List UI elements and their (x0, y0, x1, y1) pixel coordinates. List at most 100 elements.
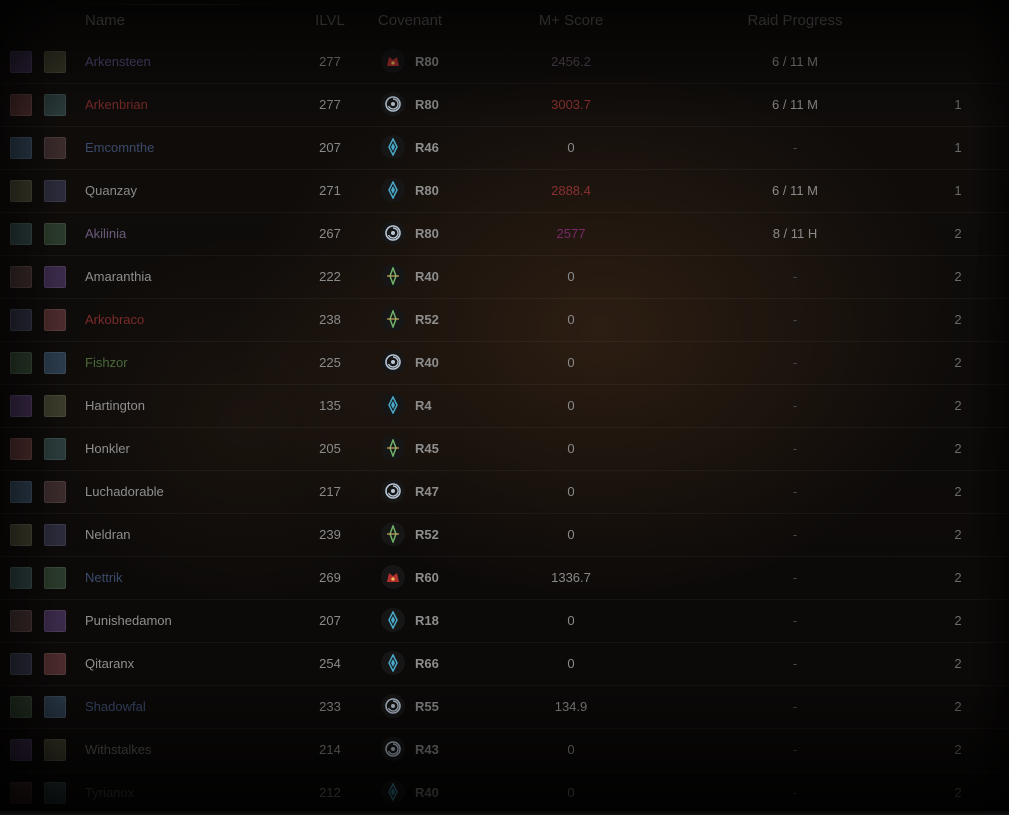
item-level: 254 (319, 656, 341, 671)
header-ilvl[interactable]: ILVL (300, 12, 360, 29)
raid-progress: - (792, 269, 798, 284)
raid-progress: - (792, 699, 798, 714)
item-level: 222 (319, 269, 341, 284)
table-row[interactable]: Arkensteen 277 R80 2456.2 6 / 11 M (0, 40, 1009, 84)
item-level: 233 (319, 699, 341, 714)
guild-rank: 2 (954, 226, 962, 241)
character-name[interactable]: Shadowfal (85, 685, 146, 728)
table-row[interactable]: Tyrianox 212 R40 0 - 2 (0, 771, 1009, 815)
table-row[interactable]: Withstalkes 214 R43 0 - 2 (0, 728, 1009, 772)
raid-progress: - (792, 441, 798, 456)
raid-progress: - (792, 398, 798, 413)
character-name[interactable]: Hartington (85, 384, 145, 427)
character-name[interactable]: Tyrianox (85, 771, 134, 814)
mplus-score: 2888.4 (551, 183, 591, 198)
class-icon (10, 180, 32, 202)
mplus-score: 0 (567, 484, 575, 499)
guild-rank: 2 (954, 312, 962, 327)
covenant-kyrian-icon (381, 221, 405, 245)
table-row[interactable]: Akilinia 267 R80 2577 8 / 11 H 2 (0, 212, 1009, 256)
table-row[interactable]: Shadowfal 233 R55 134.9 - 2 (0, 685, 1009, 729)
header-raid-progress[interactable]: Raid Progress (720, 12, 870, 29)
guild-rank: 2 (954, 785, 962, 800)
renown-rank: R40 (415, 355, 439, 370)
header-name[interactable]: Name (85, 12, 125, 29)
mplus-score: 2577 (556, 226, 586, 241)
table-row[interactable]: Luchadorable 217 R47 0 - 2 (0, 470, 1009, 514)
mplus-score: 0 (567, 398, 575, 413)
class-icon (10, 567, 32, 589)
character-name[interactable]: Arkenbrian (85, 83, 148, 126)
class-icon (10, 481, 32, 503)
character-name[interactable]: Punishedamon (85, 599, 172, 642)
guild-rank: 2 (954, 570, 962, 585)
spec-icon (44, 223, 66, 245)
character-name[interactable]: Arkobraco (85, 298, 144, 341)
raid-progress: 6 / 11 M (771, 97, 818, 112)
character-name[interactable]: Quanzay (85, 169, 137, 212)
item-level: 239 (319, 527, 341, 542)
character-name[interactable]: Emcomnthe (85, 126, 154, 169)
spec-icon (44, 610, 66, 632)
character-name[interactable]: Qitaranx (85, 642, 134, 685)
raid-progress: - (792, 656, 798, 671)
item-level: 217 (319, 484, 341, 499)
guild-rank: 2 (954, 441, 962, 456)
character-name[interactable]: Neldran (85, 513, 131, 556)
table-row[interactable]: Hartington 135 R4 0 - 2 (0, 384, 1009, 428)
covenant-nightfae-icon (381, 651, 405, 675)
guild-rank: 2 (954, 398, 962, 413)
spec-icon (44, 438, 66, 460)
character-name[interactable]: Nettrik (85, 556, 123, 599)
table-row[interactable]: Qitaranx 254 R66 0 - 2 (0, 642, 1009, 686)
mplus-score: 3003.7 (551, 97, 591, 112)
table-row[interactable]: Fishzor 225 R40 0 - 2 (0, 341, 1009, 385)
character-name[interactable]: Luchadorable (85, 470, 164, 513)
character-name[interactable]: Arkensteen (85, 40, 151, 83)
table-row[interactable]: Arkobraco 238 R52 0 - 2 (0, 298, 1009, 342)
mplus-score: 0 (567, 140, 575, 155)
table-row[interactable]: Punishedamon 207 R18 0 - 2 (0, 599, 1009, 643)
character-name[interactable]: Withstalkes (85, 728, 151, 771)
table-row[interactable]: Neldran 239 R52 0 - 2 (0, 513, 1009, 557)
header-mplus-score[interactable]: M+ Score (500, 12, 642, 29)
character-name[interactable]: Fishzor (85, 341, 128, 384)
mplus-score: 0 (567, 269, 575, 284)
covenant-nightfae-icon (381, 393, 405, 417)
covenant-kyrian-icon (381, 350, 405, 374)
mplus-score: 0 (567, 785, 575, 800)
spec-icon (44, 51, 66, 73)
table-row[interactable]: Amaranthia 222 R40 0 - 2 (0, 255, 1009, 299)
table-row[interactable]: Arkenbrian 277 R80 3003.7 6 / 11 M 1 (0, 83, 1009, 127)
table-row[interactable]: Emcomnthe 207 R46 0 - 1 (0, 126, 1009, 170)
table-row[interactable]: Nettrik 269 R60 1336.7 - 2 (0, 556, 1009, 600)
spec-icon (44, 309, 66, 331)
character-name[interactable]: Honkler (85, 427, 130, 470)
character-name[interactable]: Akilinia (85, 212, 126, 255)
table-row[interactable]: Quanzay 271 R80 2888.4 6 / 11 M 1 (0, 169, 1009, 213)
item-level: 225 (319, 355, 341, 370)
spec-icon (44, 180, 66, 202)
covenant-nightfae-icon (381, 608, 405, 632)
mplus-score: 0 (567, 355, 575, 370)
class-icon (10, 438, 32, 460)
guild-rank: 2 (954, 484, 962, 499)
renown-rank: R43 (415, 742, 439, 757)
class-icon (10, 51, 32, 73)
class-icon (10, 524, 32, 546)
class-icon (10, 653, 32, 675)
mplus-score: 2456.2 (551, 54, 591, 69)
renown-rank: R66 (415, 656, 439, 671)
mplus-score: 0 (567, 441, 575, 456)
covenant-kyrian-icon (381, 479, 405, 503)
class-icon (10, 137, 32, 159)
renown-rank: R46 (415, 140, 439, 155)
covenant-kyrian-icon (381, 737, 405, 761)
header-covenant[interactable]: Covenant (360, 12, 460, 29)
character-name[interactable]: Amaranthia (85, 255, 151, 298)
table-row[interactable]: Honkler 205 R45 0 - 2 (0, 427, 1009, 471)
raid-progress: - (792, 140, 798, 155)
renown-rank: R80 (415, 183, 439, 198)
mplus-score: 0 (567, 312, 575, 327)
guild-rank: 1 (954, 97, 962, 112)
